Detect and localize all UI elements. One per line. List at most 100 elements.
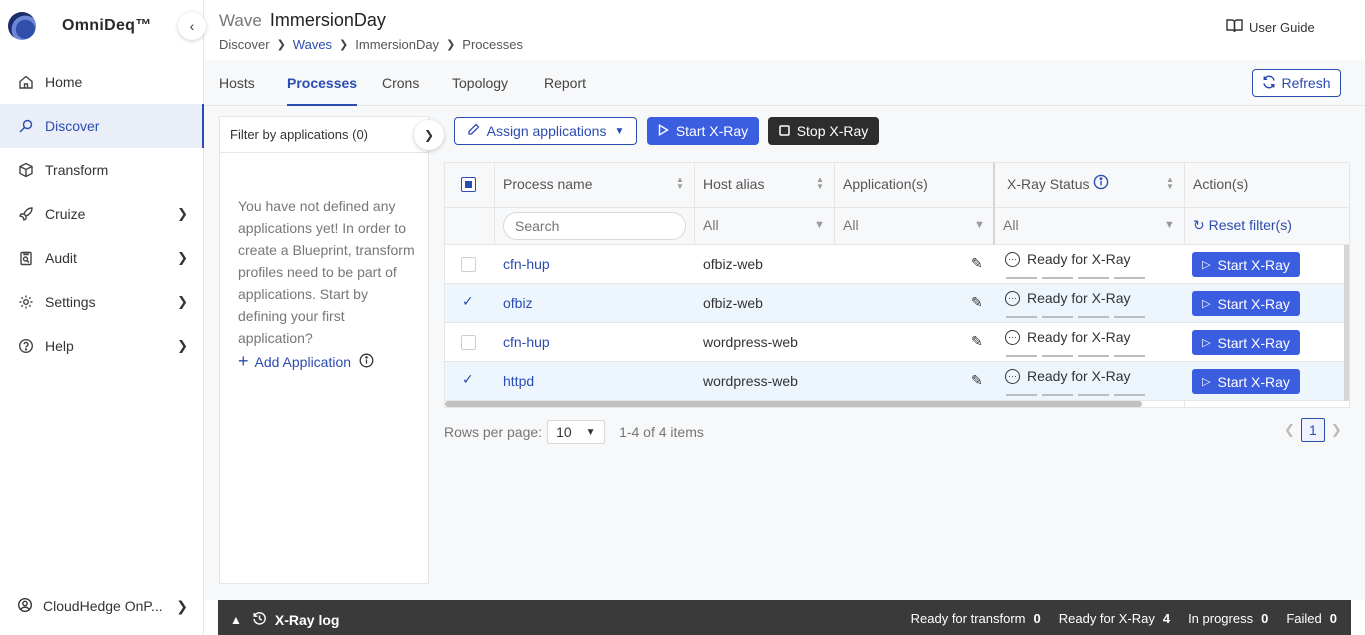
process-name-link[interactable]: ofbiz (503, 295, 533, 311)
filter-icon[interactable]: ▼ (1164, 219, 1175, 231)
status-filter-value[interactable]: All (1003, 217, 1019, 233)
sidebar-item-settings[interactable]: Settings ❯ (0, 280, 204, 324)
xray-status-label: Ready for X-Ray (1027, 251, 1131, 267)
page-1-button[interactable]: 1 (1300, 418, 1325, 442)
column-header-host[interactable]: Host alias (703, 176, 764, 192)
sidebar-account[interactable]: CloudHedge OnP... ❯ (0, 584, 204, 628)
sidebar-item-label: Audit (45, 250, 77, 266)
rows-per-page-select[interactable]: 10 ▼ (547, 420, 606, 444)
discover-icon (17, 117, 35, 135)
prev-page-icon[interactable]: ❮ (1284, 422, 1295, 438)
chevron-left-icon: ‹ (189, 18, 195, 34)
add-application-link[interactable]: + Add Application (238, 351, 374, 372)
column-header-xray-status[interactable]: X-Ray Status (1007, 176, 1089, 192)
xray-log-toggle[interactable]: ▲ X-Ray log (230, 611, 339, 629)
edit-applications-icon[interactable]: ✎ (971, 372, 983, 389)
edit-applications-icon[interactable]: ✎ (971, 333, 983, 350)
tab-crons[interactable]: Crons (382, 75, 419, 106)
start-xray-button[interactable]: Start X-Ray (647, 117, 759, 145)
horizontal-scrollbar[interactable] (445, 401, 1142, 407)
vertical-scrollbar[interactable] (1344, 245, 1349, 401)
checkmark-icon[interactable]: ✓ (462, 293, 474, 310)
applications-filter-value[interactable]: All (843, 217, 859, 233)
sidebar-item-cruize[interactable]: Cruize ❯ (0, 192, 204, 236)
info-icon[interactable] (1093, 174, 1109, 193)
play-icon (658, 123, 669, 139)
breadcrumb-wave[interactable]: ImmersionDay (355, 37, 439, 52)
row-checkbox[interactable] (461, 257, 476, 272)
column-header-process[interactable]: Process name (503, 176, 592, 192)
tab-bar: Hosts Processes Crons Topology Report Re… (204, 60, 1365, 106)
xray-status: ··· Ready for X-Ray (1005, 368, 1130, 384)
sidebar-item-home[interactable]: Home (0, 60, 204, 104)
process-name-link[interactable]: httpd (503, 373, 534, 389)
row-start-xray-label: Start X-Ray (1217, 334, 1290, 351)
sort-icon[interactable]: ▲ ▼ (816, 176, 824, 191)
sidebar-item-label: Settings (45, 294, 96, 310)
assign-applications-button[interactable]: Assign applications ▼ (454, 117, 637, 145)
process-search-input[interactable] (503, 212, 686, 240)
sort-icon[interactable]: ▲ ▼ (1166, 176, 1174, 191)
sidebar-item-label: Discover (45, 118, 100, 134)
filter-panel-title: Filter by applications (0) (230, 127, 368, 142)
app-name: OmniDeq™ (62, 17, 152, 34)
table-row[interactable]: cfn-hup ofbiz-web ✎ ··· Ready for X-Ray … (445, 245, 1349, 284)
host-filter-value[interactable]: All (703, 217, 719, 233)
breadcrumb-discover[interactable]: Discover (219, 37, 270, 52)
tab-report[interactable]: Report (544, 75, 586, 106)
sidebar-nav: Home Discover Transform Cruize ❯ Audit ❯… (0, 60, 205, 368)
reset-filters-label: Reset filter(s) (1208, 217, 1292, 233)
pending-icon: ··· (1005, 329, 1020, 345)
sidebar-item-help[interactable]: Help ❯ (0, 324, 204, 368)
select-all-checkbox[interactable] (461, 177, 476, 192)
row-start-xray-button[interactable]: ▷ Start X-Ray (1192, 291, 1300, 316)
caret-down-icon: ▼ (614, 125, 625, 137)
next-page-icon[interactable]: ❯ (1331, 422, 1342, 438)
row-start-xray-button[interactable]: ▷ Start X-Ray (1192, 252, 1300, 277)
breadcrumb-waves[interactable]: Waves (293, 37, 332, 52)
xray-status: ··· Ready for X-Ray (1005, 290, 1130, 306)
user-guide-label: User Guide (1249, 19, 1315, 35)
filter-icon[interactable]: ▼ (814, 219, 825, 231)
sidebar-collapse-button[interactable]: ‹ (178, 12, 206, 40)
checkmark-icon[interactable]: ✓ (462, 371, 474, 388)
table-row[interactable]: cfn-hup wordpress-web ✎ ··· Ready for X-… (445, 323, 1349, 362)
edit-applications-icon[interactable]: ✎ (971, 255, 983, 272)
table-row[interactable]: ✓ ofbiz ofbiz-web ✎ ··· Ready for X-Ray … (445, 284, 1349, 323)
edit-applications-icon[interactable]: ✎ (971, 294, 983, 311)
user-guide-link[interactable]: User Guide (1226, 18, 1315, 36)
sidebar-item-audit[interactable]: Audit ❯ (0, 236, 204, 280)
refresh-button[interactable]: Refresh (1252, 69, 1341, 97)
title-prefix: Wave (219, 11, 262, 30)
host-alias: wordpress-web (703, 373, 798, 389)
stat-failed: Failed 0 (1286, 611, 1337, 626)
stop-xray-button[interactable]: Stop X-Ray (768, 117, 879, 145)
xray-log-bar[interactable]: ▲ X-Ray log Ready for transform 0 Ready f… (218, 600, 1351, 635)
sort-icon[interactable]: ▲ ▼ (676, 176, 684, 191)
row-start-xray-button[interactable]: ▷ Start X-Ray (1192, 330, 1300, 355)
xray-log-stats: Ready for transform 0 Ready for X-Ray 4 In… (893, 611, 1337, 626)
stat-ready-for-transform: Ready for transform 0 (911, 611, 1041, 626)
tab-topology[interactable]: Topology (452, 75, 508, 106)
chevron-right-icon: ❯ (276, 39, 286, 51)
reset-icon: ↻ (1193, 217, 1205, 233)
row-start-xray-button[interactable]: ▷ Start X-Ray (1192, 369, 1300, 394)
sidebar-item-label: Transform (45, 162, 109, 178)
play-icon: ▷ (1202, 259, 1211, 271)
plus-icon: + (238, 351, 249, 371)
info-icon[interactable] (359, 353, 374, 371)
table-row[interactable]: ✓ httpd wordpress-web ✎ ··· Ready for X-… (445, 362, 1349, 401)
process-name-link[interactable]: cfn-hup (503, 256, 550, 272)
reset-filters-link[interactable]: ↻ Reset filter(s) (1193, 217, 1292, 234)
sidebar-item-transform[interactable]: Transform (0, 148, 204, 192)
refresh-label: Refresh (1281, 75, 1331, 91)
stat-in-progress: In progress 0 (1188, 611, 1268, 626)
sidebar-item-discover[interactable]: Discover (0, 104, 205, 148)
row-checkbox[interactable] (461, 335, 476, 350)
process-name-link[interactable]: cfn-hup (503, 334, 550, 350)
tab-hosts[interactable]: Hosts (219, 75, 255, 106)
omnideq-logo (8, 12, 36, 40)
filter-panel-toggle[interactable]: ❯ (414, 120, 444, 150)
filter-icon[interactable]: ▼ (974, 219, 985, 231)
tab-processes[interactable]: Processes (287, 75, 358, 106)
